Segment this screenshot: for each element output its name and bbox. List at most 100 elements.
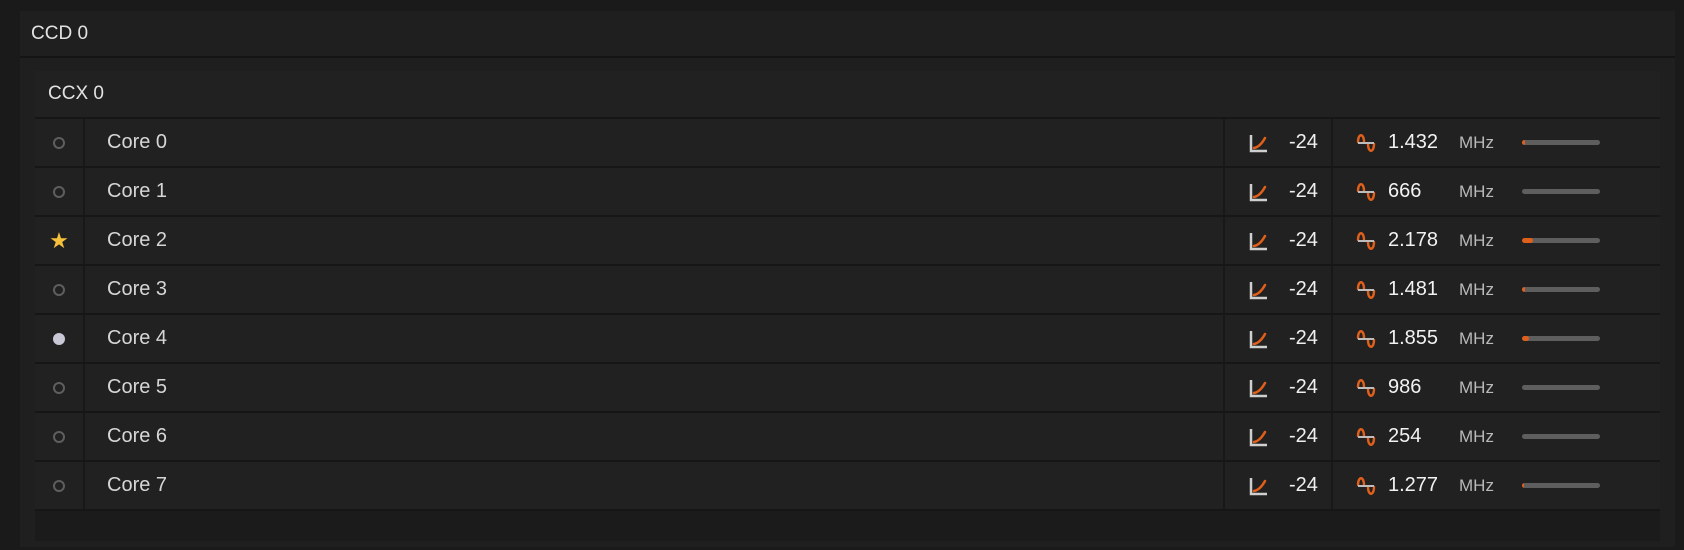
frequency-value: 2.178 — [1388, 229, 1439, 251]
core-indicator-cell — [35, 462, 85, 509]
core-name: Core 2 — [85, 217, 1225, 264]
frequency-wave-icon — [1356, 132, 1376, 154]
ring-icon — [53, 381, 65, 394]
ccx-title: CCX 0 — [35, 71, 1660, 119]
load-bar-fill — [1522, 336, 1530, 341]
curve-offset-value: -24 — [1289, 376, 1318, 398]
core-row[interactable]: Core 5 -24 986 MHz — [35, 364, 1660, 413]
frequency-wave-icon — [1356, 475, 1376, 497]
curve-offset-value: -24 — [1289, 131, 1318, 153]
curve-offset-value: -24 — [1289, 229, 1318, 251]
frequency-value: 1.277 — [1388, 474, 1439, 496]
core-name: Core 6 — [85, 413, 1225, 460]
ccd-title: CCD 0 — [20, 11, 1675, 58]
frequency-unit: MHz — [1459, 230, 1494, 250]
load-bar — [1522, 336, 1600, 341]
frequency-cell: 1.432 MHz — [1333, 119, 1660, 166]
load-bar — [1522, 140, 1600, 145]
frequency-unit: MHz — [1459, 328, 1494, 348]
curve-offset-value: -24 — [1289, 425, 1318, 447]
load-bar — [1522, 434, 1600, 439]
core-name: Core 0 — [85, 119, 1225, 166]
frequency-value: 1.481 — [1388, 278, 1439, 300]
load-bar-fill — [1522, 287, 1526, 292]
frequency-cell: 2.178 MHz — [1333, 217, 1660, 264]
curve-offset-cell: -24 — [1225, 315, 1333, 362]
core-row[interactable]: ★ Core 2 -24 2.178 MHz — [35, 217, 1660, 266]
frequency-unit: MHz — [1459, 279, 1494, 299]
curve-offset-value: -24 — [1289, 474, 1318, 496]
core-indicator-cell — [35, 168, 85, 215]
frequency-cell: 1.277 MHz — [1333, 462, 1660, 509]
load-bar — [1522, 189, 1600, 194]
load-bar-fill — [1522, 140, 1526, 145]
load-bar — [1522, 385, 1600, 390]
frequency-wave-icon — [1356, 230, 1376, 252]
load-bar — [1522, 238, 1600, 243]
star-icon: ★ — [49, 227, 69, 253]
core-name: Core 1 — [85, 168, 1225, 215]
frequency-cell: 986 MHz — [1333, 364, 1660, 411]
curve-offset-cell: -24 — [1225, 413, 1333, 460]
frequency-cell: 666 MHz — [1333, 168, 1660, 215]
curve-optimizer-icon — [1249, 476, 1269, 496]
core-row[interactable]: Core 4 -24 1.855 MHz — [35, 315, 1660, 364]
curve-offset-value: -24 — [1289, 180, 1318, 202]
frequency-value: 1.432 — [1388, 131, 1439, 153]
frequency-unit: MHz — [1459, 132, 1494, 152]
core-list: Core 0 -24 1.432 MHz Core 1 -24 666 MHz ★ Core 2 -… — [35, 119, 1660, 511]
frequency-cell: 1.481 MHz — [1333, 266, 1660, 313]
curve-offset-cell: -24 — [1225, 168, 1333, 215]
curve-optimizer-icon — [1249, 280, 1269, 300]
core-indicator-cell: ★ — [35, 217, 85, 264]
ring-icon — [53, 479, 65, 492]
core-row[interactable]: Core 6 -24 254 MHz — [35, 413, 1660, 462]
frequency-unit: MHz — [1459, 475, 1494, 495]
ccd-panel: CCD 0 CCX 0 Core 0 -24 1.432 MHz Core 1 -24 66… — [20, 11, 1675, 547]
core-row[interactable]: Core 1 -24 666 MHz — [35, 168, 1660, 217]
frequency-value: 666 — [1388, 180, 1422, 202]
frequency-value: 986 — [1388, 376, 1422, 398]
curve-optimizer-icon — [1249, 231, 1269, 251]
curve-optimizer-icon — [1249, 182, 1269, 202]
curve-offset-cell: -24 — [1225, 462, 1333, 509]
dot-icon — [53, 332, 65, 345]
curve-offset-cell: -24 — [1225, 364, 1333, 411]
curve-optimizer-icon — [1249, 329, 1269, 349]
core-indicator-cell — [35, 315, 85, 362]
ring-icon — [53, 185, 65, 198]
core-name: Core 7 — [85, 462, 1225, 509]
ring-icon — [53, 430, 65, 443]
frequency-value: 254 — [1388, 425, 1422, 447]
curve-optimizer-icon — [1249, 378, 1269, 398]
load-bar — [1522, 287, 1600, 292]
load-bar — [1522, 483, 1600, 488]
frequency-wave-icon — [1356, 328, 1376, 350]
frequency-wave-icon — [1356, 426, 1376, 448]
core-indicator-cell — [35, 119, 85, 166]
curve-optimizer-icon — [1249, 427, 1269, 447]
frequency-unit: MHz — [1459, 181, 1494, 201]
ring-icon — [53, 283, 65, 296]
core-row[interactable]: Core 3 -24 1.481 MHz — [35, 266, 1660, 315]
frequency-wave-icon — [1356, 279, 1376, 301]
curve-offset-value: -24 — [1289, 327, 1318, 349]
curve-offset-value: -24 — [1289, 278, 1318, 300]
frequency-wave-icon — [1356, 181, 1376, 203]
frequency-cell: 254 MHz — [1333, 413, 1660, 460]
curve-optimizer-icon — [1249, 133, 1269, 153]
core-name: Core 3 — [85, 266, 1225, 313]
load-bar-fill — [1522, 238, 1533, 243]
core-row[interactable]: Core 7 -24 1.277 MHz — [35, 462, 1660, 511]
curve-offset-cell: -24 — [1225, 217, 1333, 264]
ring-icon — [53, 136, 65, 149]
core-indicator-cell — [35, 364, 85, 411]
frequency-cell: 1.855 MHz — [1333, 315, 1660, 362]
core-name: Core 4 — [85, 315, 1225, 362]
frequency-value: 1.855 — [1388, 327, 1439, 349]
frequency-wave-icon — [1356, 377, 1376, 399]
curve-offset-cell: -24 — [1225, 119, 1333, 166]
core-row[interactable]: Core 0 -24 1.432 MHz — [35, 119, 1660, 168]
load-bar-fill — [1522, 483, 1524, 488]
core-name: Core 5 — [85, 364, 1225, 411]
